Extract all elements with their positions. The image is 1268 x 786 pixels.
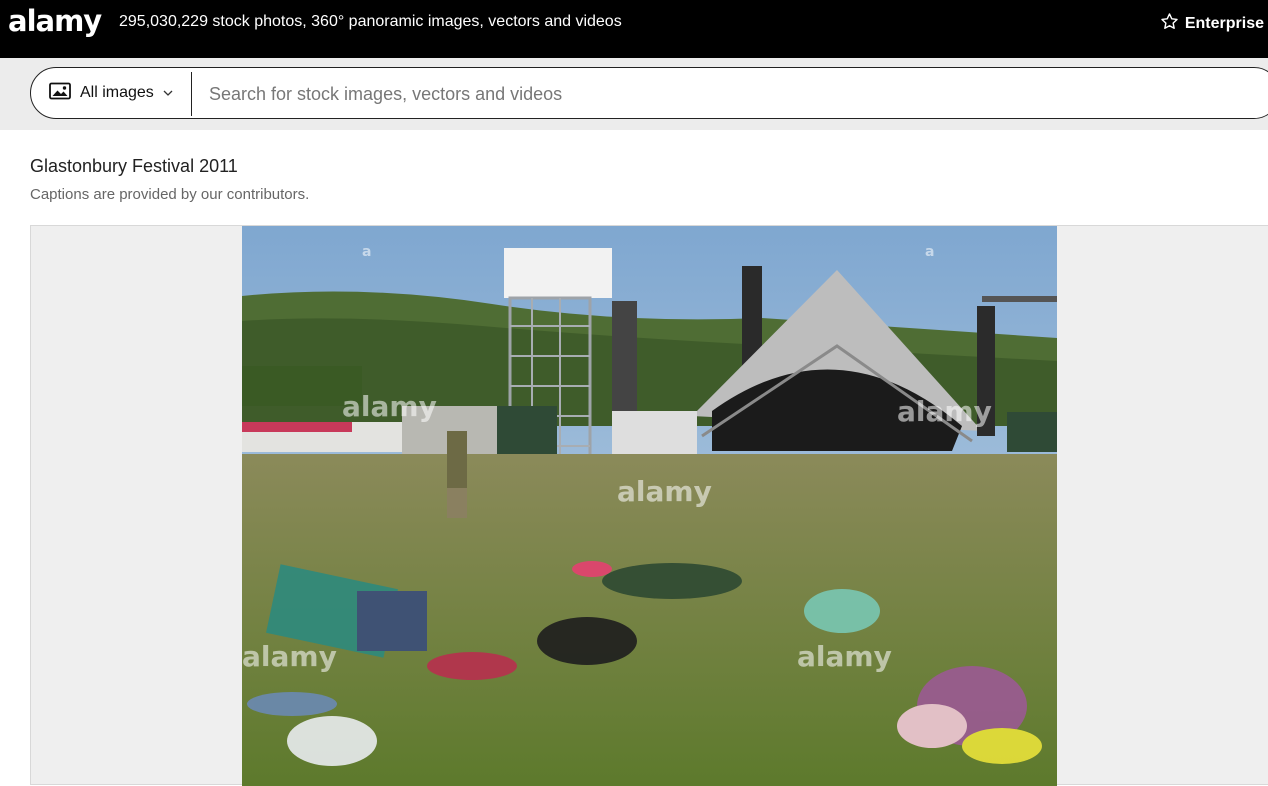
alamy-logo[interactable]: alamy [8, 4, 102, 38]
search-band: All images [0, 58, 1268, 130]
enterprise-label: Enterprise [1184, 15, 1264, 32]
watermark-text: alamy [342, 390, 437, 423]
watermark-text: alamy [797, 640, 892, 673]
watermark-text: alamy [242, 640, 337, 673]
image-icon [49, 82, 71, 105]
festival-photo[interactable]: a a alamy alamy alamy alamy alamy [242, 226, 1057, 786]
site-tagline: 295,030,229 stock photos, 360° panoramic… [119, 13, 622, 30]
watermark-mark: a [925, 244, 934, 260]
star-icon [1160, 12, 1179, 36]
image-type-label: All images [80, 84, 154, 101]
watermark-text: alamy [617, 475, 712, 508]
search-divider [191, 72, 192, 116]
image-title: Glastonbury Festival 2011 [30, 156, 238, 176]
watermark-mark: a [362, 244, 371, 260]
image-viewer: a a alamy alamy alamy alamy alamy [30, 225, 1268, 786]
search-input[interactable] [207, 74, 1211, 114]
image-type-dropdown[interactable]: All images [31, 68, 191, 118]
caption-note: Captions are provided by our contributor… [30, 186, 310, 203]
search-bar: All images [30, 67, 1268, 119]
chevron-down-icon [163, 84, 173, 102]
top-bar: alamy 295,030,229 stock photos, 360° pan… [0, 0, 1268, 58]
watermark-text: alamy [897, 395, 992, 428]
enterprise-link[interactable]: Enterprise [1160, 12, 1264, 36]
